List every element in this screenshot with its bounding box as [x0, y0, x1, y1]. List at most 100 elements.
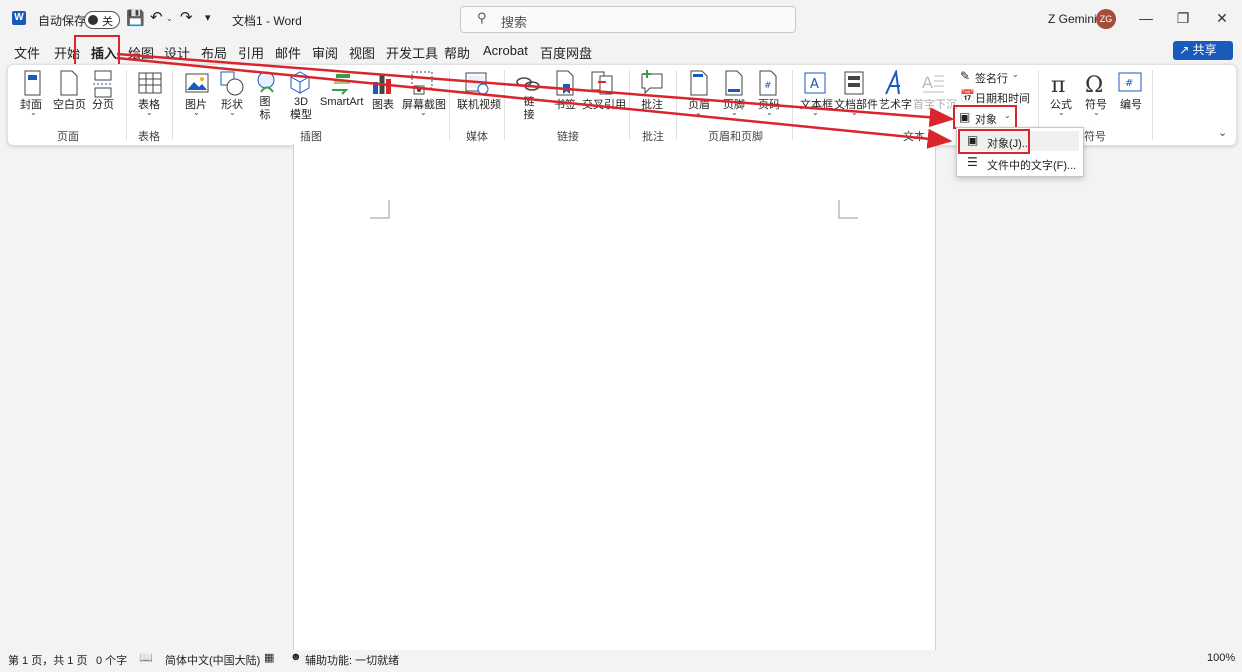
share-button[interactable]: ↗ 共享 ⌄: [1173, 41, 1233, 60]
signature-line-chevron-icon[interactable]: ⌄: [1012, 70, 1019, 79]
tab-design[interactable]: 设计: [164, 43, 190, 62]
svg-text:A: A: [922, 73, 933, 92]
autosave-toggle[interactable]: 关: [84, 11, 120, 29]
margin-corner-top-left: [370, 200, 390, 219]
bookmark-button[interactable]: 书签: [554, 96, 576, 112]
quick-parts-chevron-icon[interactable]: ⌄: [851, 108, 858, 117]
redo-icon[interactable]: ↷: [180, 8, 193, 26]
undo-dropdown-chevron-icon[interactable]: ⌄: [166, 14, 173, 23]
document-title: 文档1 - Word: [232, 14, 302, 28]
word-count[interactable]: 0 个字: [96, 652, 127, 668]
ribbon-separator: [172, 70, 173, 140]
page-number-chevron-icon[interactable]: ⌄: [766, 108, 773, 117]
group-label-text: 文本: [903, 131, 925, 143]
group-label-media: 媒体: [466, 131, 488, 143]
tab-layout[interactable]: 布局: [201, 43, 227, 62]
screenshot-icon: [411, 71, 433, 95]
table-icon: [138, 72, 162, 94]
toggle-knob-icon: [88, 15, 98, 25]
proofing-icon[interactable]: 📖: [139, 651, 153, 664]
autosave-label: 自动保存: [38, 14, 87, 28]
minimize-icon[interactable]: —: [1136, 10, 1156, 26]
cross-reference-button[interactable]: 交叉引用: [582, 96, 626, 112]
online-video-button[interactable]: 联机视频: [457, 96, 501, 112]
group-label-illustrations: 插图: [300, 131, 322, 143]
document-page[interactable]: [293, 144, 936, 650]
picture-chevron-icon[interactable]: ⌄: [193, 108, 200, 117]
blank-page-button[interactable]: 空白页: [53, 96, 86, 112]
highlight-object-menu-item: [958, 129, 1030, 154]
zoom-level[interactable]: 100%: [1207, 652, 1235, 664]
table-chevron-icon[interactable]: ⌄: [146, 108, 153, 117]
language[interactable]: 简体中文(中国大陆): [165, 652, 260, 668]
comment-button[interactable]: 批注: [641, 96, 663, 112]
group-label-symbols: 符号: [1084, 131, 1106, 143]
shapes-icon: [220, 71, 244, 96]
tab-mailings[interactable]: 邮件: [275, 43, 301, 62]
number-button[interactable]: 编号: [1120, 96, 1142, 112]
customize-toolbar-icon[interactable]: ▾: [205, 11, 211, 24]
word-art-icon: [885, 70, 900, 95]
text-predictions-icon[interactable]: ▦: [264, 651, 274, 664]
link-icon: [516, 77, 540, 91]
ribbon-separator: [629, 70, 630, 140]
group-label-header-footer: 页眉和页脚: [708, 131, 763, 143]
date-time-icon: 📅: [960, 89, 975, 103]
tab-review[interactable]: 审阅: [312, 43, 338, 62]
text-box-icon: A: [804, 72, 826, 94]
signature-line-button[interactable]: 签名行: [975, 70, 1008, 86]
page-count[interactable]: 第 1 页，共 1 页: [8, 652, 87, 668]
share-icon: ↗: [1179, 43, 1190, 57]
drop-cap-button[interactable]: 首字下沉: [913, 96, 957, 112]
link-button[interactable]: 链接: [523, 96, 535, 122]
ribbon-separator: [792, 70, 793, 140]
date-time-button[interactable]: 日期和时间: [975, 90, 1030, 106]
icons-button[interactable]: 图标: [259, 96, 271, 122]
bookmark-icon: [556, 70, 574, 96]
restore-icon[interactable]: ❐: [1173, 10, 1193, 27]
footer-chevron-icon[interactable]: ⌄: [731, 108, 738, 117]
drop-cap-icon: A: [922, 73, 944, 93]
tab-baidu-netdisk[interactable]: 百度网盘: [540, 43, 592, 62]
symbol-chevron-icon[interactable]: ⌄: [1093, 108, 1100, 117]
page-break-icon: [93, 70, 113, 98]
3d-model-button[interactable]: 3D 模型: [287, 96, 315, 122]
cross-reference-icon: [591, 71, 613, 95]
tab-draw[interactable]: 绘图: [128, 43, 154, 62]
smartart-button[interactable]: SmartArt: [320, 96, 363, 108]
tab-references[interactable]: 引用: [238, 43, 264, 62]
chart-button[interactable]: 图表: [372, 96, 394, 112]
svg-text:π: π: [1051, 73, 1065, 98]
text-box-chevron-icon[interactable]: ⌄: [812, 108, 819, 117]
number-icon: #: [1118, 72, 1142, 92]
group-label-links: 链接: [557, 131, 579, 143]
close-icon[interactable]: ✕: [1212, 10, 1232, 27]
tab-developer[interactable]: 开发工具: [386, 43, 438, 62]
save-icon[interactable]: 💾: [126, 9, 145, 27]
search-box[interactable]: ⚲ 搜索: [460, 6, 796, 33]
undo-icon[interactable]: ↶: [150, 8, 163, 26]
title-bar: W 自动保存 关 💾 ↶ ⌄ ↷ ▾ 文档1 - Word ⚲ 搜索 Z Gem…: [0, 0, 1242, 38]
user-name[interactable]: Z Gemini: [1048, 12, 1097, 26]
word-art-chevron-icon[interactable]: ⌄: [891, 108, 898, 117]
cover-page-chevron-icon[interactable]: ⌄: [30, 108, 37, 117]
menu-item-text-from-file[interactable]: ☰ 文件中的文字(F)...: [959, 153, 1079, 173]
tab-view[interactable]: 视图: [349, 43, 375, 62]
screenshot-chevron-icon[interactable]: ⌄: [420, 108, 427, 117]
tab-file[interactable]: 文件: [14, 43, 40, 62]
avatar[interactable]: ZG: [1096, 9, 1116, 29]
tab-help[interactable]: 帮助: [444, 43, 470, 62]
header-chevron-icon[interactable]: ⌄: [695, 108, 702, 117]
accessibility-status[interactable]: 辅助功能: 一切就绪: [305, 652, 399, 668]
chart-icon: [373, 74, 391, 94]
tab-acrobat[interactable]: Acrobat: [483, 43, 528, 58]
comment-icon: [641, 70, 663, 95]
ribbon-separator: [1152, 70, 1153, 140]
margin-corner-top-right: [838, 200, 858, 219]
collapse-ribbon-icon[interactable]: ⌄: [1218, 126, 1227, 139]
quick-parts-icon: [844, 71, 864, 95]
group-label-tables: 表格: [138, 131, 160, 143]
equation-chevron-icon[interactable]: ⌄: [1058, 108, 1065, 117]
page-break-button[interactable]: 分页: [92, 96, 114, 112]
shapes-chevron-icon[interactable]: ⌄: [229, 108, 236, 117]
